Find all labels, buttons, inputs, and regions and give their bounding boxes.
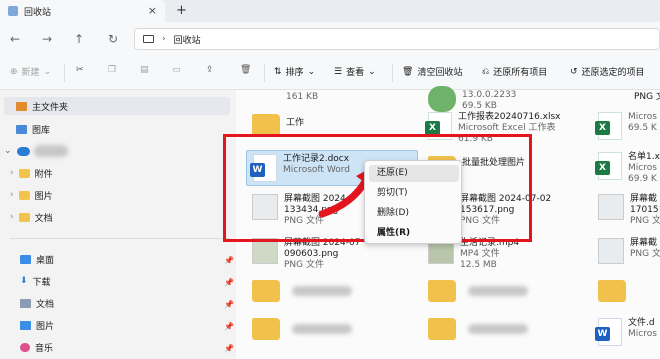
- menu-item-delete[interactable]: 删除(D): [369, 205, 459, 222]
- menu-item-properties[interactable]: 属性(R): [369, 225, 459, 242]
- menu-item-cut[interactable]: 剪切(T): [369, 185, 459, 202]
- menu-item-restore[interactable]: 还原(E): [369, 165, 459, 182]
- annotation-arrow-icon: [318, 164, 378, 218]
- context-menu: 还原(E) 剪切(T) 删除(D) 属性(R): [364, 160, 462, 244]
